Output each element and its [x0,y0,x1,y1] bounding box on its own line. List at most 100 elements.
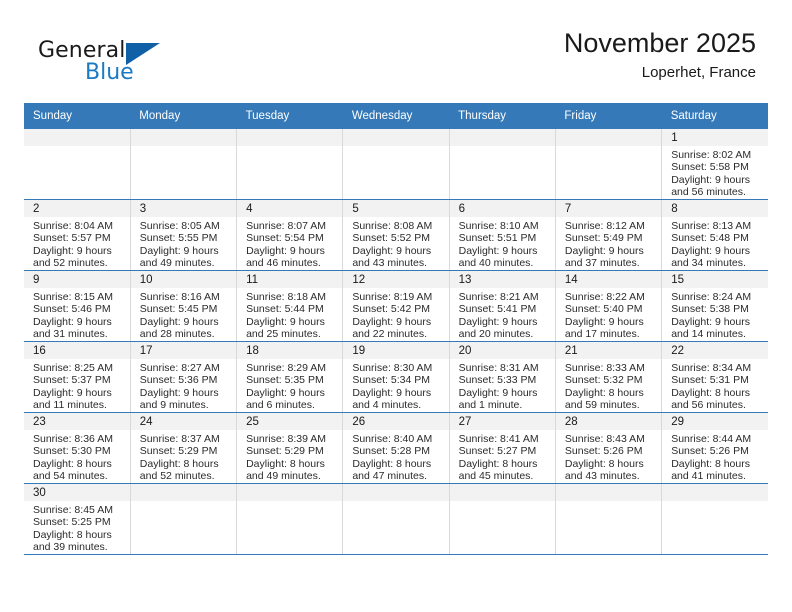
daylight-text-line2: and 56 minutes. [671,399,746,412]
sunset-text: Sunset: 5:28 PM [352,445,430,458]
daylight-text-line1: Daylight: 8 hours [564,457,644,470]
sunrise-text: Sunrise: 8:45 AM [33,504,113,516]
day-cell[interactable]: 15 Sunrise: 8:24 AM Sunset: 5:38 PM Dayligh… [661,270,768,342]
day-details: Sunrise: 8:39 AM Sunset: 5:29 PM Daylight:… [237,430,342,483]
day-cell[interactable]: 3 Sunrise: 8:05 AM Sunset: 5:55 PM Daylight… [130,199,238,271]
day-cell[interactable]: 6 Sunrise: 8:10 AM Sunset: 5:51 PM Daylight… [449,199,556,271]
day-number: 23 [24,413,130,430]
daylight-text-line2: and 56 minutes. [671,186,746,199]
day-number: 24 [130,413,237,430]
daylight-text-line2: and 14 minutes. [671,328,746,341]
week-row: 1 Sunrise: 8:02 AM Sunset: 5:58 PM Daylight… [24,129,768,200]
day-cell[interactable]: 19 Sunrise: 8:30 AM Sunset: 5:34 PM Dayligh… [342,341,450,413]
daylight-text-line1: Daylight: 8 hours [246,457,325,470]
sunset-text: Sunset: 5:25 PM [33,516,111,529]
sunrise-text: Sunrise: 8:40 AM [352,433,433,445]
weekday-header-monday: Monday [130,103,237,129]
day-details: Sunrise: 8:07 AM Sunset: 5:54 PM Daylight:… [237,217,342,270]
day-cell[interactable]: 25 Sunrise: 8:39 AM Sunset: 5:29 PM Dayligh… [236,412,344,484]
daylight-text-line2: and 59 minutes. [564,399,640,412]
day-cell[interactable]: 9 Sunrise: 8:15 AM Sunset: 5:46 PM Daylight… [24,270,131,342]
day-details: Sunrise: 8:08 AM Sunset: 5:52 PM Daylight:… [343,217,448,270]
daylight-text-line2: and 9 minutes. [139,399,209,412]
sunrise-text: Sunrise: 8:08 AM [352,220,433,232]
day-number: 12 [343,271,449,288]
day-cell-empty [342,129,450,200]
sunrise-text: Sunrise: 8:13 AM [671,220,752,232]
day-details: Sunrise: 8:44 AM Sunset: 5:26 PM Daylight:… [662,430,768,483]
day-details: Sunrise: 8:21 AM Sunset: 5:41 PM Daylight:… [450,288,555,341]
day-details: Sunrise: 8:40 AM Sunset: 5:28 PM Daylight:… [343,430,448,483]
day-cell[interactable]: 7 Sunrise: 8:12 AM Sunset: 5:49 PM Daylight… [555,199,663,271]
day-cell[interactable]: 24 Sunrise: 8:37 AM Sunset: 5:29 PM Dayligh… [130,412,238,484]
day-cell[interactable]: 30 Sunrise: 8:45 AM Sunset: 5:25 PM Dayligh… [24,483,131,555]
day-cell[interactable]: 8 Sunrise: 8:13 AM Sunset: 5:48 PM Daylight… [661,199,768,271]
day-cell[interactable]: 12 Sunrise: 8:19 AM Sunset: 5:42 PM Dayligh… [342,270,450,342]
sunrise-text: Sunrise: 8:22 AM [564,291,645,303]
day-number [449,484,555,501]
day-cell-empty [236,129,344,200]
sunset-text: Sunset: 5:30 PM [33,445,111,458]
daylight-text-line1: Daylight: 9 hours [246,244,325,257]
daylight-text-line1: Daylight: 8 hours [564,386,644,399]
day-number: 20 [449,342,555,359]
day-number: 13 [449,271,555,288]
daylight-text-line2: and 17 minutes. [564,328,640,341]
daylight-text-line2: and 43 minutes. [564,470,640,483]
day-cell[interactable]: 27 Sunrise: 8:41 AM Sunset: 5:27 PM Dayligh… [449,412,556,484]
day-number [237,129,343,146]
day-details: Sunrise: 8:30 AM Sunset: 5:34 PM Daylight:… [343,359,448,412]
day-number: 2 [24,200,130,217]
day-number: 1 [662,129,768,146]
day-number: 3 [130,200,237,217]
day-cell-empty [449,483,556,555]
day-number: 28 [555,413,662,430]
day-cell[interactable]: 28 Sunrise: 8:43 AM Sunset: 5:26 PM Dayligh… [555,412,663,484]
day-details: Sunrise: 8:22 AM Sunset: 5:40 PM Daylight:… [556,288,661,341]
day-cell[interactable]: 23 Sunrise: 8:36 AM Sunset: 5:30 PM Dayligh… [24,412,131,484]
weekday-header-thursday: Thursday [449,103,556,129]
day-cell[interactable]: 20 Sunrise: 8:31 AM Sunset: 5:33 PM Dayligh… [449,341,556,413]
daylight-text-line1: Daylight: 9 hours [246,315,325,328]
sunset-text: Sunset: 5:52 PM [352,232,430,245]
daylight-text-line1: Daylight: 8 hours [352,457,432,470]
day-cell-empty [449,129,556,200]
day-cell[interactable]: 17 Sunrise: 8:27 AM Sunset: 5:36 PM Dayligh… [130,341,238,413]
day-cell[interactable]: 11 Sunrise: 8:18 AM Sunset: 5:44 PM Dayligh… [236,270,344,342]
day-cell[interactable]: 21 Sunrise: 8:33 AM Sunset: 5:32 PM Dayligh… [555,341,663,413]
daylight-text-line1: Daylight: 9 hours [352,315,432,328]
day-cell[interactable]: 29 Sunrise: 8:44 AM Sunset: 5:26 PM Dayligh… [661,412,768,484]
day-cell[interactable]: 26 Sunrise: 8:40 AM Sunset: 5:28 PM Dayligh… [342,412,450,484]
sunrise-text: Sunrise: 8:18 AM [246,291,327,303]
sunrise-text: Sunrise: 8:16 AM [139,291,220,303]
day-cell[interactable]: 4 Sunrise: 8:07 AM Sunset: 5:54 PM Daylight… [236,199,344,271]
sunrise-text: Sunrise: 8:15 AM [33,291,113,303]
daylight-text-line2: and 40 minutes. [458,257,534,270]
calendar-table-wrap: Sunday Monday Tuesday Wednesday Thursday… [24,103,768,555]
day-number [130,484,237,501]
day-cell[interactable]: 10 Sunrise: 8:16 AM Sunset: 5:45 PM Dayligh… [130,270,238,342]
daylight-text-line1: Daylight: 9 hours [671,244,750,257]
day-details: Sunrise: 8:02 AM Sunset: 5:58 PM Daylight:… [662,146,768,199]
day-cell[interactable]: 14 Sunrise: 8:22 AM Sunset: 5:40 PM Dayligh… [555,270,663,342]
day-cell[interactable]: 1 Sunrise: 8:02 AM Sunset: 5:58 PM Daylight… [661,129,768,200]
day-cell[interactable]: 13 Sunrise: 8:21 AM Sunset: 5:41 PM Dayligh… [449,270,556,342]
brand-name-general: General [38,38,126,63]
day-number: 8 [662,200,768,217]
daylight-text-line1: Daylight: 9 hours [458,386,538,399]
sunrise-text: Sunrise: 8:27 AM [139,362,220,374]
day-number: 5 [343,200,449,217]
day-cell[interactable]: 2 Sunrise: 8:04 AM Sunset: 5:57 PM Daylight… [24,199,131,271]
day-number: 15 [662,271,768,288]
day-cell[interactable]: 16 Sunrise: 8:25 AM Sunset: 5:37 PM Dayligh… [24,341,131,413]
day-cell[interactable]: 22 Sunrise: 8:34 AM Sunset: 5:31 PM Dayligh… [661,341,768,413]
daylight-text-line1: Daylight: 8 hours [139,457,219,470]
week-row: 16 Sunrise: 8:25 AM Sunset: 5:37 PM Dayligh… [24,341,768,413]
day-cell[interactable]: 18 Sunrise: 8:29 AM Sunset: 5:35 PM Dayligh… [236,341,344,413]
daylight-text-line1: Daylight: 9 hours [33,315,112,328]
daylight-text-line1: Daylight: 9 hours [139,386,219,399]
day-cell[interactable]: 5 Sunrise: 8:08 AM Sunset: 5:52 PM Daylight… [342,199,450,271]
daylight-text-line2: and 39 minutes. [33,541,108,554]
daylight-text-line1: Daylight: 9 hours [458,244,538,257]
sunrise-text: Sunrise: 8:19 AM [352,291,433,303]
